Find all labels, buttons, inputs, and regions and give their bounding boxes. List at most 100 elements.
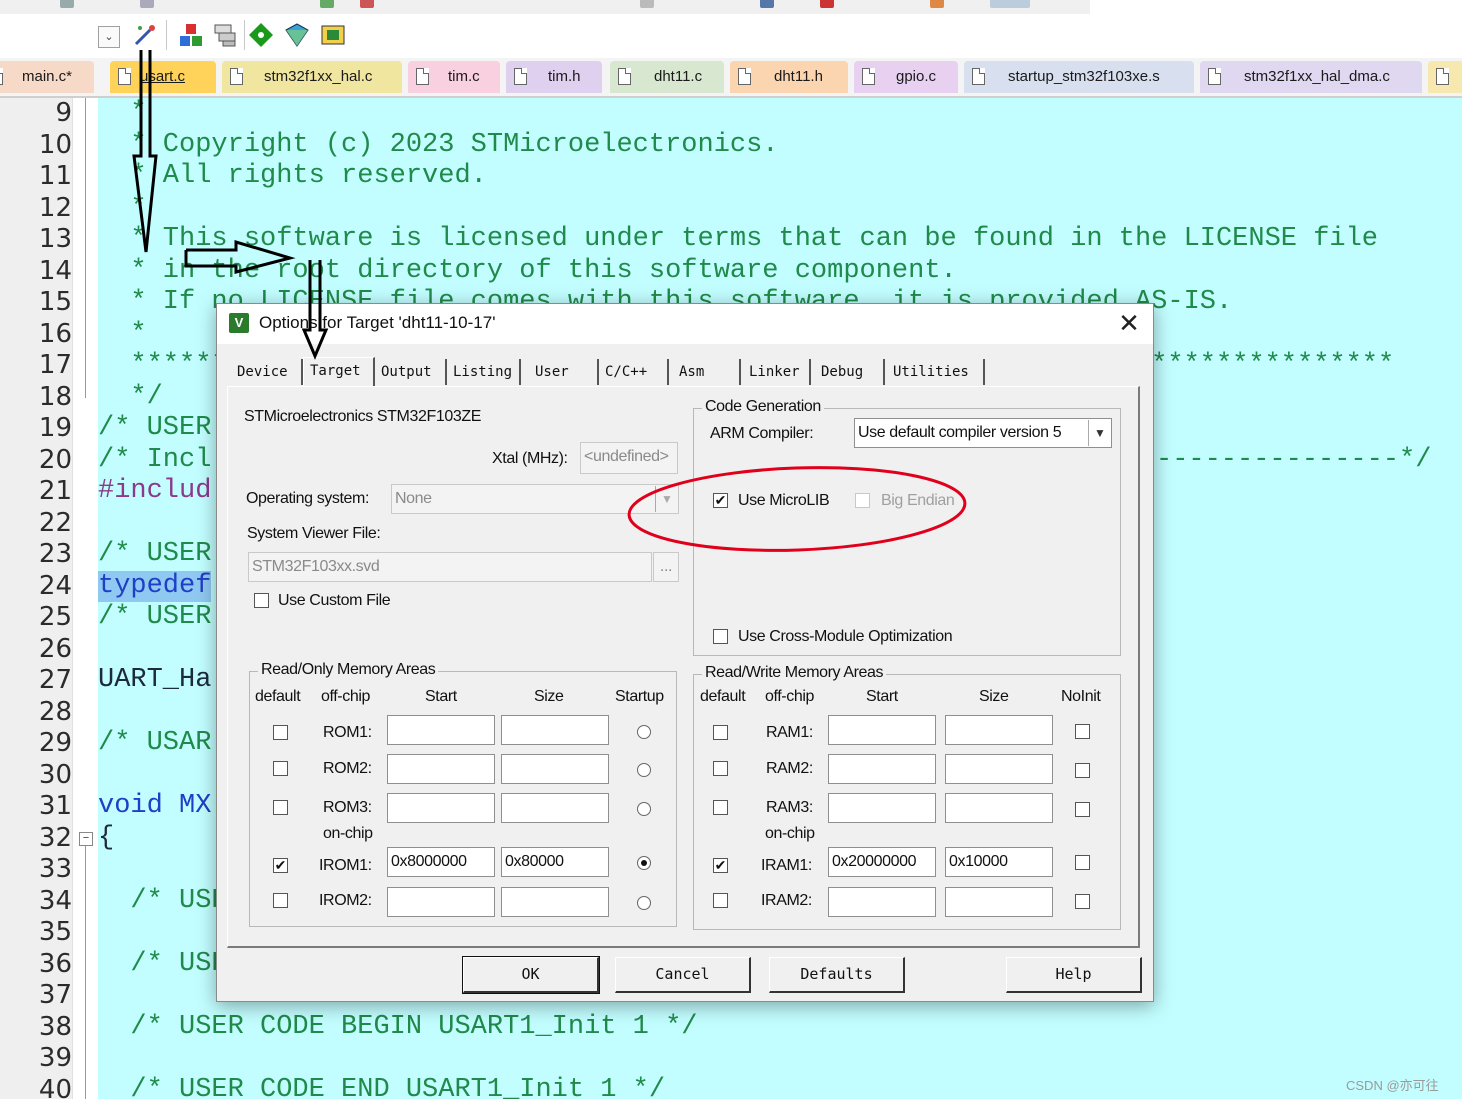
pack-icon[interactable] bbox=[284, 22, 310, 48]
read-write-memory-title: Read/Write Memory Areas bbox=[702, 664, 887, 682]
rom2-default-checkbox[interactable] bbox=[273, 761, 288, 776]
tab-utilities[interactable]: Utilities bbox=[887, 359, 985, 385]
cancel-button[interactable]: Cancel bbox=[615, 957, 751, 993]
toolbar-button[interactable] bbox=[140, 0, 154, 8]
ram2-default-checkbox[interactable] bbox=[713, 761, 728, 776]
tab-c-cpp[interactable]: C/C++ bbox=[599, 359, 669, 385]
file-tab-active[interactable]: usart.c bbox=[110, 61, 216, 93]
tab-user[interactable]: User bbox=[529, 359, 599, 385]
tab-target[interactable]: Target bbox=[303, 357, 375, 387]
os-select[interactable]: None bbox=[391, 484, 679, 514]
iram2-size-input[interactable] bbox=[945, 887, 1053, 917]
download-icon[interactable] bbox=[212, 22, 238, 48]
file-tab[interactable]: stm32f1xx_hal.c bbox=[222, 61, 402, 93]
toolbar-button[interactable] bbox=[990, 0, 1030, 8]
rom2-start-input[interactable] bbox=[387, 754, 495, 784]
tab-asm[interactable]: Asm bbox=[673, 359, 741, 385]
iram1-size-input[interactable]: 0x10000 bbox=[945, 847, 1053, 877]
irom2-default-checkbox[interactable] bbox=[273, 893, 288, 908]
file-tab[interactable]: dht11.h bbox=[730, 61, 848, 93]
irom2-start-input[interactable] bbox=[387, 887, 495, 917]
rom1-size-input[interactable] bbox=[501, 715, 609, 745]
file-tab-overflow[interactable] bbox=[1428, 61, 1462, 93]
ram3-start-input[interactable] bbox=[828, 793, 936, 823]
rom3-size-input[interactable] bbox=[501, 793, 609, 823]
cross-module-checkbox[interactable] bbox=[713, 629, 728, 644]
file-tab[interactable]: tim.h bbox=[506, 61, 602, 93]
toolbar-button[interactable] bbox=[360, 0, 374, 8]
svd-browse-button[interactable]: ... bbox=[653, 552, 679, 582]
chevron-down-icon[interactable]: ▼ bbox=[655, 486, 678, 512]
rom3-start-input[interactable] bbox=[387, 793, 495, 823]
close-icon[interactable]: ✕ bbox=[1113, 308, 1145, 340]
iram2-start-input[interactable] bbox=[828, 887, 936, 917]
ram3-noinit-checkbox[interactable] bbox=[1075, 802, 1090, 817]
diamond-icon[interactable] bbox=[248, 22, 274, 48]
file-tab[interactable]: gpio.c bbox=[854, 61, 958, 93]
file-tab[interactable]: main.c* bbox=[0, 61, 94, 93]
ram1-default-checkbox[interactable] bbox=[713, 725, 728, 740]
file-tab[interactable]: stm32f1xx_hal_dma.c bbox=[1200, 61, 1422, 93]
fold-collapse-icon[interactable]: − bbox=[79, 832, 93, 846]
line-number: 38 bbox=[38, 1011, 72, 1042]
line-number: 31 bbox=[38, 791, 72, 821]
iram2-noinit-checkbox[interactable] bbox=[1075, 894, 1090, 909]
toolbar-button[interactable] bbox=[760, 0, 774, 8]
tab-output[interactable]: Output bbox=[375, 359, 447, 385]
line-number: 12 bbox=[38, 192, 72, 223]
toolbar-button[interactable] bbox=[640, 0, 654, 8]
toolbar-button[interactable] bbox=[60, 0, 74, 8]
irom1-start-input[interactable]: 0x8000000 bbox=[387, 847, 495, 877]
rom2-startup-radio[interactable] bbox=[637, 763, 651, 777]
tab-debug[interactable]: Debug bbox=[815, 359, 885, 385]
ram3-default-checkbox[interactable] bbox=[713, 800, 728, 815]
file-tab[interactable]: dht11.c bbox=[610, 61, 724, 93]
help-button[interactable]: Help bbox=[1006, 957, 1142, 993]
board-icon[interactable] bbox=[320, 22, 346, 48]
tab-device[interactable]: Device bbox=[231, 359, 303, 385]
rom1-default-checkbox[interactable] bbox=[273, 725, 288, 740]
load-icon[interactable] bbox=[178, 22, 204, 48]
xtal-field[interactable]: <undefined> bbox=[580, 442, 678, 474]
ram2-size-input[interactable] bbox=[945, 754, 1053, 784]
irom1-size-input[interactable]: 0x80000 bbox=[501, 847, 609, 877]
file-tab[interactable]: startup_stm32f103xe.s bbox=[964, 61, 1194, 93]
iram1-default-checkbox[interactable]: ✔ bbox=[713, 858, 728, 873]
ram2-noinit-checkbox[interactable] bbox=[1075, 763, 1090, 778]
chevron-down-icon[interactable]: ▼ bbox=[1088, 420, 1111, 446]
toolbar-button[interactable] bbox=[930, 0, 944, 8]
toolbar-button[interactable] bbox=[320, 0, 334, 8]
rom1-startup-radio[interactable] bbox=[637, 725, 651, 739]
arm-compiler-select[interactable]: Use default compiler version 5 bbox=[854, 418, 1112, 448]
wand-icon[interactable] bbox=[132, 22, 158, 48]
irom2-startup-radio[interactable] bbox=[637, 896, 651, 910]
target-combo-dropdown[interactable]: ⌄ bbox=[98, 26, 120, 48]
big-endian-checkbox[interactable] bbox=[855, 493, 870, 508]
line-number: 28 bbox=[38, 696, 72, 727]
irom2-size-input[interactable] bbox=[501, 887, 609, 917]
use-custom-file-checkbox[interactable] bbox=[254, 593, 269, 608]
svd-field[interactable]: STM32F103xx.svd bbox=[248, 552, 652, 582]
file-tab[interactable]: tim.c bbox=[408, 61, 500, 93]
iram2-default-checkbox[interactable] bbox=[713, 893, 728, 908]
ram1-start-input[interactable] bbox=[828, 715, 936, 745]
rom1-start-input[interactable] bbox=[387, 715, 495, 745]
rom3-default-checkbox[interactable] bbox=[273, 800, 288, 815]
tab-linker[interactable]: Linker bbox=[743, 359, 811, 385]
ram3-size-input[interactable] bbox=[945, 793, 1053, 823]
file-tab-label: startup_stm32f103xe.s bbox=[1008, 68, 1160, 85]
ok-button[interactable]: OK bbox=[462, 956, 600, 994]
ram1-size-input[interactable] bbox=[945, 715, 1053, 745]
defaults-button[interactable]: Defaults bbox=[769, 957, 905, 993]
irom1-default-checkbox[interactable]: ✔ bbox=[273, 858, 288, 873]
ram2-start-input[interactable] bbox=[828, 754, 936, 784]
rom2-size-input[interactable] bbox=[501, 754, 609, 784]
tab-listing[interactable]: Listing bbox=[447, 359, 521, 385]
toolbar-button[interactable] bbox=[820, 0, 834, 8]
ram1-noinit-checkbox[interactable] bbox=[1075, 724, 1090, 739]
rom3-startup-radio[interactable] bbox=[637, 802, 651, 816]
iram1-noinit-checkbox[interactable] bbox=[1075, 855, 1090, 870]
irom1-startup-radio[interactable] bbox=[637, 856, 651, 870]
iram1-start-input[interactable]: 0x20000000 bbox=[828, 847, 936, 877]
use-microlib-checkbox[interactable]: ✔ bbox=[713, 493, 728, 508]
